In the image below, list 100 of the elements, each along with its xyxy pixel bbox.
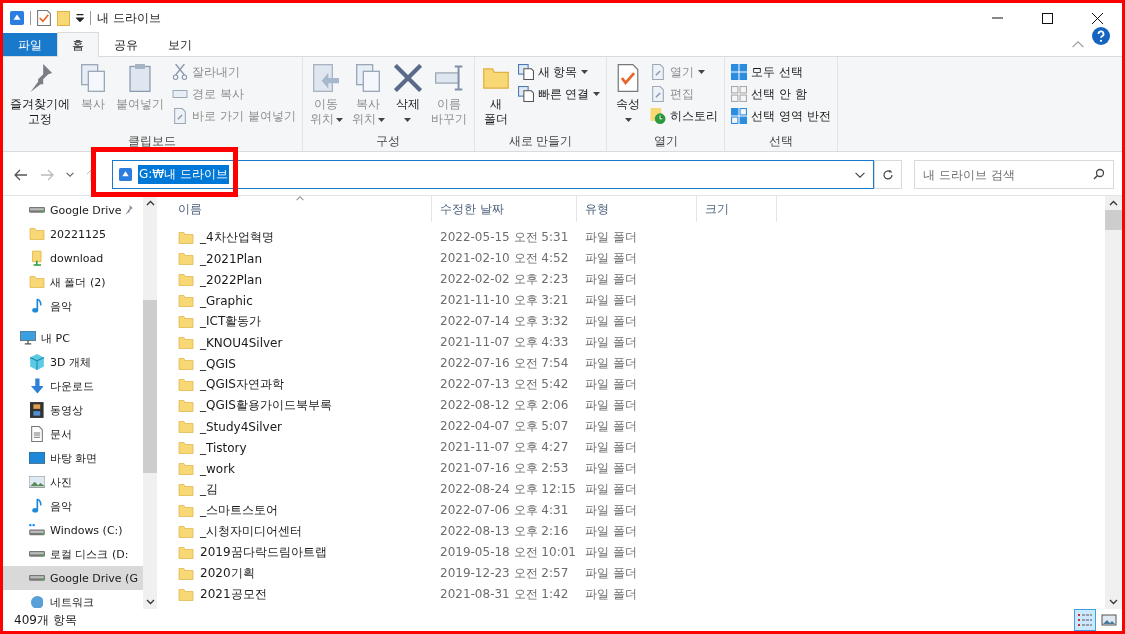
group-label: 구성 (376, 133, 401, 150)
folder-icon (29, 276, 45, 288)
search-icon[interactable] (1093, 168, 1105, 180)
scrollbar[interactable] (143, 196, 157, 609)
file-name[interactable]: _Graphic (200, 293, 253, 308)
column-header[interactable]: 수정한 날짜 (432, 196, 577, 222)
ribbon-tab[interactable]: 홈 (57, 32, 99, 57)
file-name[interactable]: _KNOU4Silver (200, 335, 283, 350)
date-cell-text: 2022-08-12 오후 2:06 (439, 397, 570, 414)
sort-caret-icon (296, 196, 304, 201)
photo-icon (29, 476, 45, 488)
nav-item[interactable]: Windows (C:) (3, 518, 143, 542)
address-field[interactable]: G:₩내 드라이브 (112, 160, 874, 189)
nav-item[interactable]: 내 PC (3, 326, 143, 350)
details-view-button[interactable] (1074, 609, 1096, 631)
nav-item[interactable]: 음악 (3, 494, 143, 518)
ribbon-button[interactable]: 삭제 (389, 59, 426, 133)
ribbon-button[interactable]: 새 폴더 (477, 59, 514, 133)
nav-item[interactable]: 문서 (3, 422, 143, 446)
back-arrow-icon[interactable] (14, 168, 28, 181)
scroll-down-icon[interactable] (145, 599, 155, 605)
dropdown-caret-icon[interactable] (581, 70, 589, 74)
file-name[interactable]: _QGIS (200, 356, 236, 371)
nav-item[interactable]: 20221125 (3, 222, 143, 246)
date-cell-text: 2022-07-13 오전 5:42 (439, 376, 570, 393)
folder-icon (178, 462, 194, 475)
file-name[interactable]: _스마트스토어 (200, 502, 278, 519)
scroll-thumb[interactable] (1105, 210, 1122, 230)
nav-item[interactable]: 새 폴더 (2) (3, 270, 143, 294)
file-name[interactable]: _2022Plan (200, 272, 263, 287)
date-cell-text: 2021-07-16 오후 2:53 (439, 460, 570, 477)
column-header[interactable]: 크기 (697, 196, 777, 222)
file-name[interactable]: _work (200, 461, 236, 476)
close-icon (1091, 12, 1103, 24)
dropdown-caret-icon[interactable] (76, 14, 84, 22)
dropdown-caret-icon[interactable] (624, 117, 632, 122)
item-count: 409개 항목 (14, 611, 77, 629)
date-cell-text: 2019-12-23 오전 2:57 (439, 565, 570, 582)
ribbon-tab[interactable]: 보기 (153, 33, 207, 56)
file-name[interactable]: _시청자미디어센터 (200, 523, 302, 540)
dropdown-caret-icon[interactable] (855, 171, 865, 178)
ribbon-button[interactable]: 선택 안 함 (728, 84, 835, 104)
dropdown-caret-icon[interactable] (593, 92, 601, 96)
dropdown-caret-icon[interactable] (404, 117, 412, 122)
column-header[interactable]: 이름 (170, 196, 432, 222)
file-name[interactable]: _QGIS자연과학 (200, 376, 284, 393)
ribbon-button[interactable]: 새 항목 (514, 62, 604, 82)
folder-icon (178, 252, 194, 265)
date-cell-text: 2022-07-06 오후 4:31 (439, 502, 570, 519)
scrollbar[interactable] (1105, 196, 1122, 609)
date-cell-text: 2022-08-13 오후 2:16 (439, 523, 570, 540)
nav-item[interactable]: 3D 개체 (3, 350, 143, 374)
ribbon-tab[interactable]: 공유 (99, 33, 153, 56)
ribbon-button[interactable]: 속성 (610, 59, 647, 133)
ribbon-tab[interactable]: 파일 (3, 33, 57, 56)
nav-item[interactable]: 다운로드 (3, 374, 143, 398)
nav-item[interactable]: Google Drive (G (3, 566, 143, 590)
file-name[interactable]: _QGIS활용가이드북부록 (200, 397, 332, 414)
group-label: 선택 (769, 133, 794, 150)
column-header[interactable]: 유형 (577, 196, 697, 222)
scroll-up-icon[interactable] (1109, 200, 1118, 206)
drive-icon (29, 550, 45, 558)
file-name[interactable]: _2021Plan (200, 251, 263, 266)
search-field[interactable]: 내 드라이브 검색 (914, 160, 1114, 189)
nav-item[interactable]: 동영상 (3, 398, 143, 422)
refresh-button[interactable] (874, 160, 902, 189)
nav-item[interactable]: 로컬 디스크 (D: (3, 542, 143, 566)
nav-item[interactable]: 바탕 화면 (3, 446, 143, 470)
file-name[interactable]: _김 (200, 481, 218, 498)
file-name[interactable]: _Study4Silver (200, 419, 282, 434)
folder-icon (178, 231, 194, 244)
folder-icon (178, 336, 194, 349)
file-name[interactable]: 2020기획 (200, 565, 255, 582)
file-name[interactable]: _4차산업혁명 (200, 229, 274, 246)
type-cell-text: 파일 폴더 (584, 502, 638, 519)
scroll-up-icon[interactable] (145, 200, 155, 206)
ribbon-button[interactable]: 모두 선택 (728, 62, 835, 82)
clipboard-icon (126, 64, 154, 92)
folder-icon (178, 399, 194, 412)
nav-item[interactable]: download (3, 246, 143, 270)
nav-item[interactable]: 사진 (3, 470, 143, 494)
collapse-ribbon-icon[interactable] (1072, 41, 1084, 48)
properties-check-icon[interactable] (37, 10, 51, 26)
file-name[interactable]: 2021공모전 (200, 586, 267, 603)
file-name[interactable]: 2019꿈다락드림아트랩 (200, 544, 327, 561)
ribbon-button[interactable]: 빠른 연결 (514, 84, 604, 104)
nav-item[interactable]: Google Drive (3, 198, 143, 222)
ribbon-button[interactable]: 히스토리 (647, 106, 722, 126)
scroll-down-icon[interactable] (1109, 599, 1118, 605)
nav-item[interactable]: 음악 (3, 294, 143, 318)
ribbon-button[interactable]: 즐겨찾기에 고정 (6, 59, 74, 133)
type-cell-text: 파일 폴더 (584, 586, 638, 603)
ribbon-button[interactable]: 선택 영역 반전 (728, 106, 835, 126)
nav-item[interactable]: 네트워크 (3, 590, 143, 609)
scroll-thumb[interactable] (143, 300, 157, 474)
date-cell-text: 2021-08-31 오전 1:42 (439, 586, 570, 603)
document-icon (652, 86, 665, 102)
file-name[interactable]: _ICT활동가 (200, 313, 262, 330)
recent-caret-icon[interactable] (66, 172, 74, 177)
file-name[interactable]: _Tistory (200, 440, 247, 455)
